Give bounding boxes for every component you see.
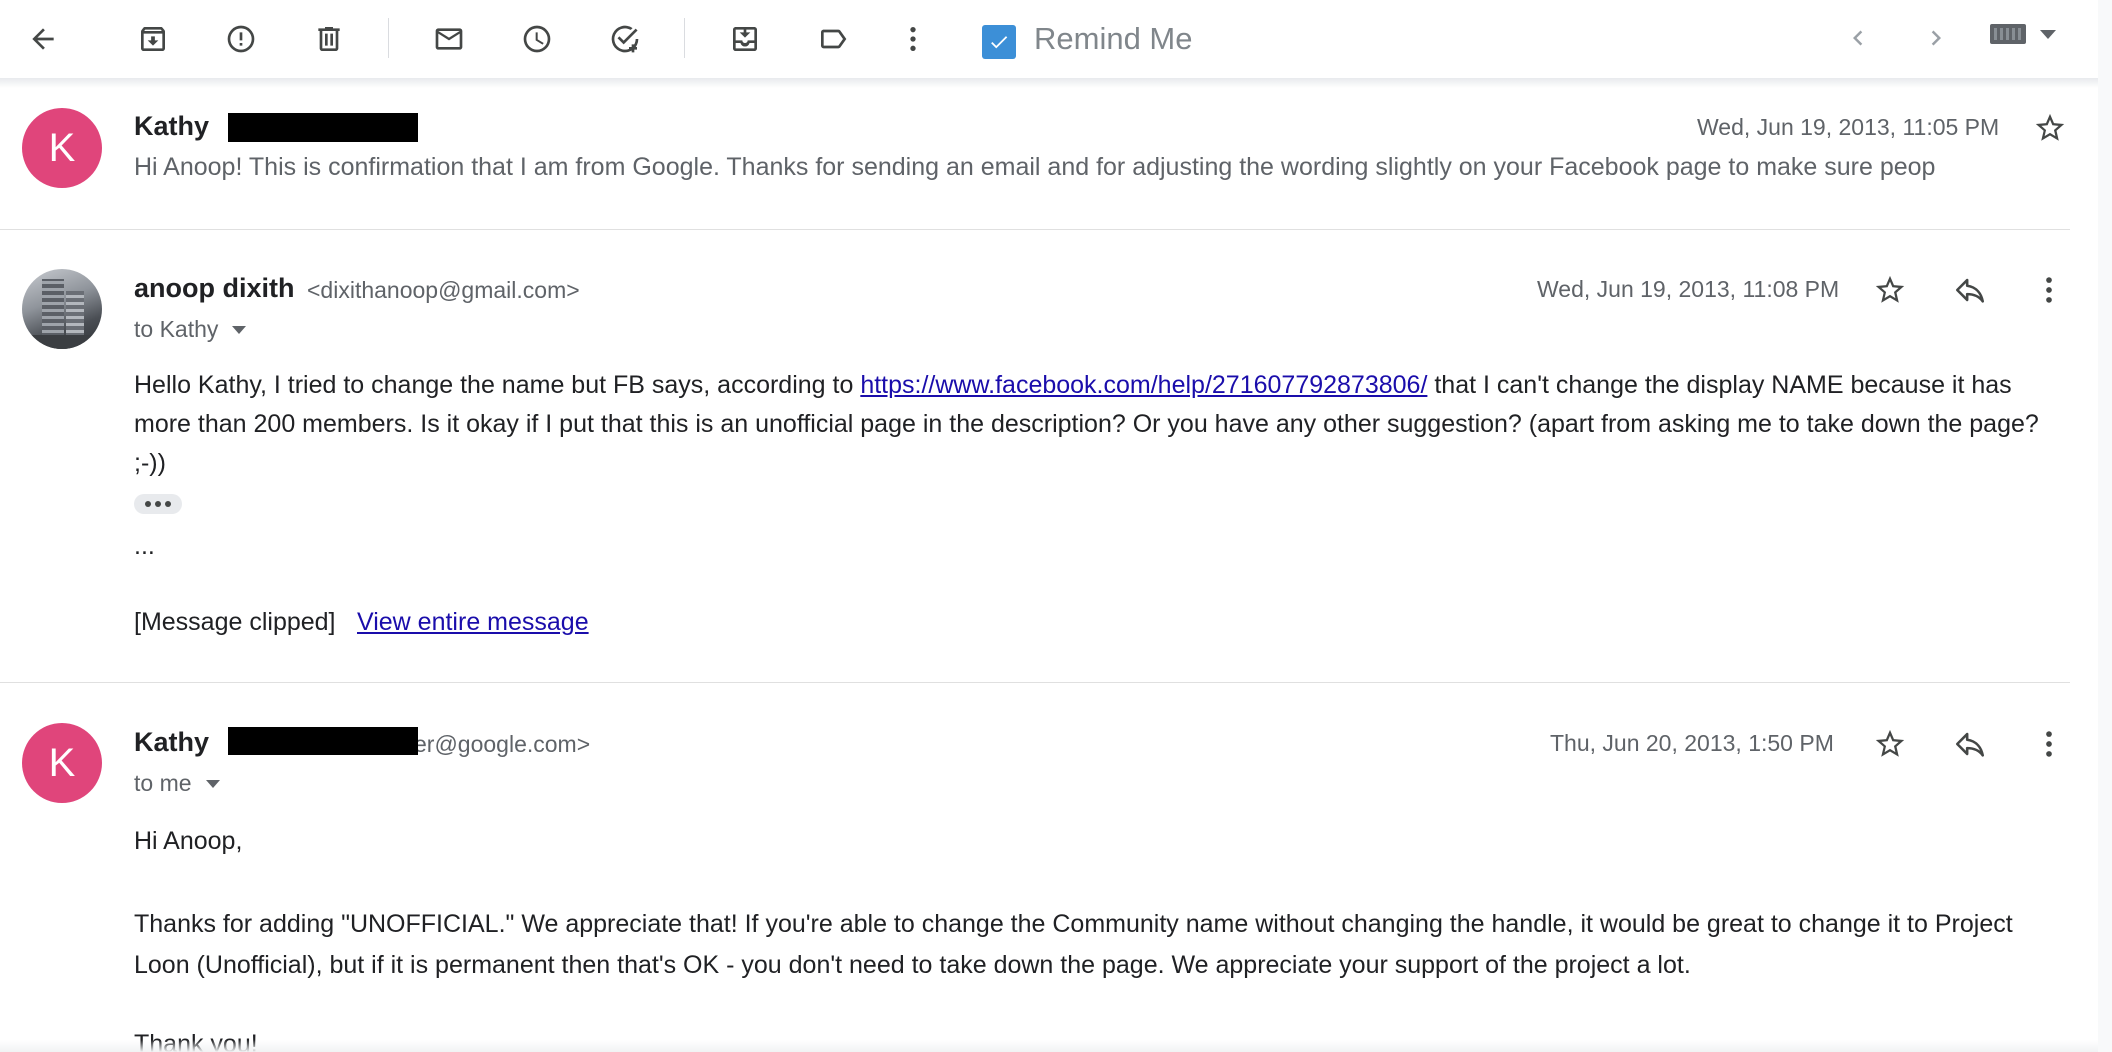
sender-name[interactable]: Kathy xyxy=(134,111,209,142)
message-body: Thanks for adding "UNOFFICIAL." We appre… xyxy=(134,910,2013,979)
sender-email: <dixithanoop@gmail.com> xyxy=(307,277,580,303)
toolbar-divider xyxy=(684,18,685,58)
more-vert-icon[interactable] xyxy=(2029,270,2069,310)
facebook-help-link[interactable]: https://www.facebook.com/help/2716077928… xyxy=(860,371,1427,399)
label-icon[interactable] xyxy=(806,14,860,64)
message-clipped-label: [Message clipped] xyxy=(134,608,336,636)
toolbar-shadow xyxy=(0,78,2100,88)
chevron-down-icon xyxy=(2040,29,2056,39)
older-chevron-right-icon[interactable] xyxy=(1914,16,1958,60)
delete-icon[interactable] xyxy=(302,14,356,64)
avatar xyxy=(22,269,102,349)
message-divider xyxy=(0,682,2070,683)
redacted-email xyxy=(228,727,418,755)
avatar: K xyxy=(22,723,102,803)
message-greeting: Hi Anoop, xyxy=(134,827,243,855)
sender-name[interactable]: Kathy xyxy=(134,727,209,758)
archive-icon[interactable] xyxy=(126,14,180,64)
chevron-down-icon xyxy=(205,779,220,788)
trimmed-dots: ... xyxy=(134,532,155,560)
add-to-tasks-icon[interactable] xyxy=(598,14,652,64)
star-icon[interactable] xyxy=(1870,724,1910,764)
newer-chevron-left-icon[interactable] xyxy=(1836,16,1880,60)
more-vert-icon[interactable] xyxy=(2029,724,2069,764)
remind-me-toggle[interactable]: Remind Me xyxy=(982,18,1193,60)
bottom-fade xyxy=(0,1040,2112,1052)
avatar-letter: K xyxy=(48,740,76,785)
keyboard-icon xyxy=(1990,24,2026,44)
reply-icon[interactable] xyxy=(1950,724,1990,764)
recipients-dropdown[interactable]: to me xyxy=(134,770,220,797)
recipients-label: to Kathy xyxy=(134,316,219,342)
message-divider xyxy=(0,229,2070,230)
recipients-label: to me xyxy=(134,770,192,796)
remind-me-label: Remind Me xyxy=(1034,21,1193,56)
show-trimmed-content-button[interactable] xyxy=(134,494,182,514)
move-to-icon[interactable] xyxy=(718,14,772,64)
message-date: Thu, Jun 20, 2013, 1:50 PM xyxy=(1550,730,1834,756)
star-icon[interactable] xyxy=(1870,270,1910,310)
chevron-down-icon xyxy=(232,325,247,334)
report-spam-icon[interactable] xyxy=(214,14,268,64)
message-toolbar: Remind Me xyxy=(0,0,2112,78)
message-date: Wed, Jun 19, 2013, 11:05 PM xyxy=(1697,114,2000,140)
view-entire-message-link[interactable]: View entire message xyxy=(357,608,589,637)
snooze-icon[interactable] xyxy=(510,14,564,64)
mark-unread-icon[interactable] xyxy=(422,14,476,64)
checkbox-checked-icon[interactable] xyxy=(982,25,1016,59)
recipients-dropdown[interactable]: to Kathy xyxy=(134,316,247,343)
message-snippet: Hi Anoop! This is confirmation that I am… xyxy=(134,153,1936,181)
sender-email: er@google.com> xyxy=(414,731,591,757)
message-date: Wed, Jun 19, 2013, 11:08 PM xyxy=(1537,276,1840,302)
message-body: Hello Kathy, I tried to change the name … xyxy=(134,366,2054,483)
body-text-start: Hello Kathy, I tried to change the name … xyxy=(134,371,861,399)
more-vert-icon[interactable] xyxy=(886,14,940,64)
sender-name[interactable]: anoop dixith xyxy=(134,273,294,304)
star-icon[interactable] xyxy=(2030,108,2070,148)
avatar-letter: K xyxy=(48,125,76,170)
reply-icon[interactable] xyxy=(1950,270,1990,310)
back-arrow-icon[interactable] xyxy=(16,14,70,64)
input-tools-keyboard-icon[interactable] xyxy=(1990,24,2056,44)
scrollbar-track[interactable] xyxy=(2098,0,2112,1052)
toolbar-divider xyxy=(388,18,389,58)
avatar: K xyxy=(22,108,102,188)
redacted-email xyxy=(228,113,418,142)
